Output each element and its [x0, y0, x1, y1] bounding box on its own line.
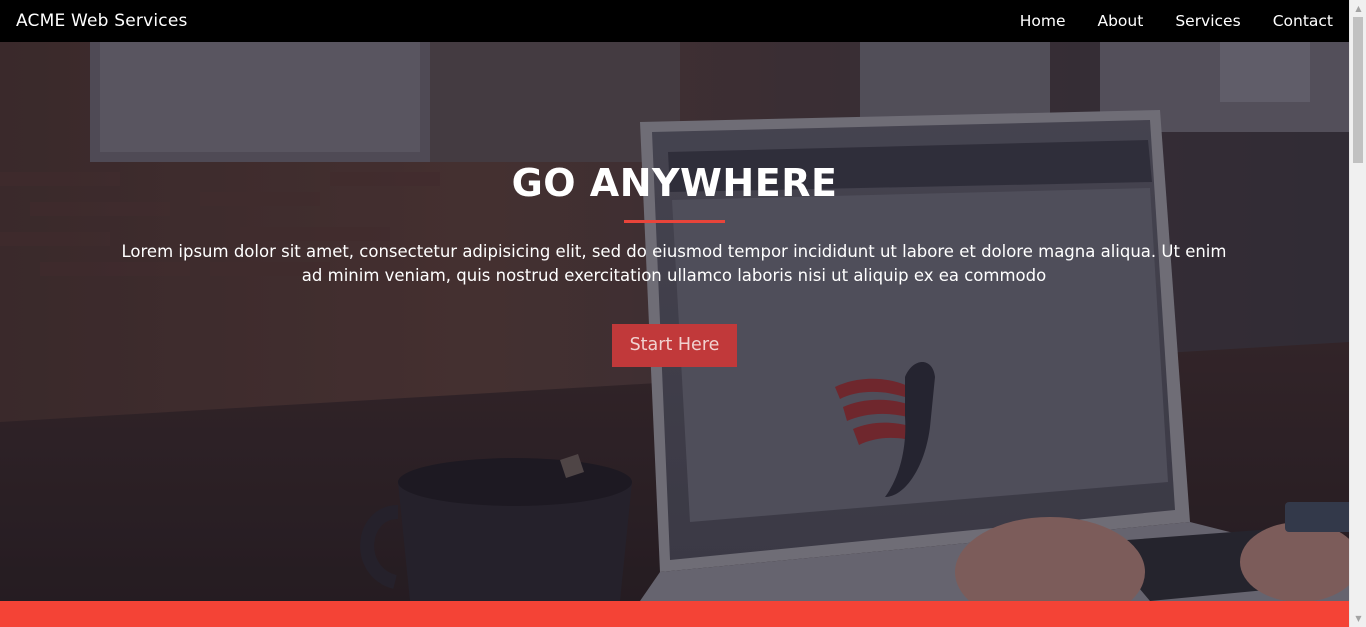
hero-description: Lorem ipsum dolor sit amet, consectetur …: [121, 242, 1227, 285]
nav-link-about[interactable]: About: [1097, 11, 1143, 31]
hero-content: GO ANYWHERE Lorem ipsum dolor sit amet, …: [0, 42, 1349, 601]
nav-links: Home About Services Contact: [988, 0, 1333, 42]
accent-section-band: [0, 601, 1349, 627]
page-scrollbar[interactable]: ▲ ▼: [1349, 0, 1366, 627]
brand-logo-text[interactable]: ACME Web Services: [16, 11, 188, 31]
top-navbar: ACME Web Services Home About Services Co…: [0, 0, 1349, 42]
scrollbar-thumb[interactable]: [1353, 17, 1363, 163]
nav-link-services[interactable]: Services: [1175, 11, 1240, 31]
hero-title: GO ANYWHERE: [511, 161, 838, 205]
chevron-up-icon[interactable]: ▲: [1350, 0, 1366, 17]
hero-section: GO ANYWHERE Lorem ipsum dolor sit amet, …: [0, 42, 1349, 601]
chevron-down-icon[interactable]: ▼: [1350, 610, 1366, 627]
hero-title-underline: [624, 220, 725, 223]
nav-link-home[interactable]: Home: [1020, 11, 1066, 31]
nav-link-contact[interactable]: Contact: [1273, 11, 1333, 31]
start-here-button[interactable]: Start Here: [612, 324, 737, 367]
page-viewport: ACME Web Services Home About Services Co…: [0, 0, 1349, 627]
